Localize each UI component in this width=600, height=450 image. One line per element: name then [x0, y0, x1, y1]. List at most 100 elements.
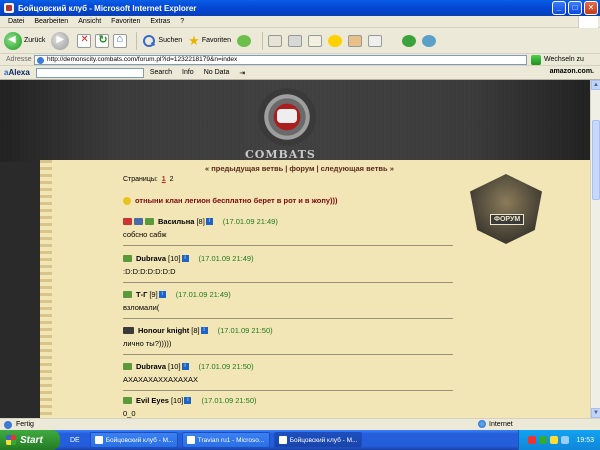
info-icon[interactable]: i — [200, 327, 208, 334]
info-icon[interactable]: i — [181, 363, 189, 370]
combats-logo[interactable] — [240, 88, 335, 148]
messenger-icon[interactable] — [328, 34, 342, 47]
ie-icon — [94, 436, 103, 444]
post-author[interactable]: Evil Eyes — [136, 396, 169, 405]
forum-badge-label: ФОРУМ — [490, 214, 525, 225]
alexa-search-button[interactable]: Search — [150, 69, 172, 76]
tray-network-icon[interactable] — [539, 436, 548, 444]
align-icon — [134, 218, 143, 225]
status-bar: Fertig Internet — [0, 418, 600, 430]
favorites-button[interactable]: ★ Favoriten — [188, 33, 231, 49]
clock[interactable]: 19:53 — [576, 437, 594, 444]
mail-icon[interactable] — [268, 34, 282, 47]
scroll-down-icon[interactable]: ▼ — [591, 408, 600, 418]
page-status-icon — [4, 420, 12, 429]
plugin-icon[interactable] — [422, 34, 436, 47]
post-date: (17.01.09 21:49) — [175, 290, 231, 299]
go-arrow-icon[interactable] — [531, 54, 541, 65]
window-title: Бойцовский клуб - Microsoft Internet Exp… — [18, 3, 197, 13]
pagination: Страницы: 1 2 — [123, 176, 174, 183]
search-button[interactable]: Suchen — [142, 34, 182, 48]
taskbar-item[interactable]: Бойцовский клуб - М... — [89, 432, 178, 448]
post-divider — [123, 318, 453, 319]
forum-link[interactable]: форум — [289, 164, 314, 173]
menu-favorites[interactable]: Favoriten — [111, 18, 140, 25]
language-indicator[interactable]: DE — [70, 437, 80, 444]
address-input[interactable]: http://demonscity.combats.com/forum.pl?i… — [34, 54, 527, 65]
rank-icon — [123, 363, 132, 370]
page-viewport: COMBATS ФОРУМ « предыдущая ветвь | форум | с… — [0, 80, 600, 418]
post-author[interactable]: Dubrava — [136, 254, 166, 263]
history-icon[interactable] — [237, 34, 251, 47]
alexa-menu-icon[interactable]: ⇥ — [239, 69, 245, 77]
toolbar-separator — [262, 31, 263, 50]
post-level: [9] — [149, 290, 158, 299]
post-text: лично ты?))))) — [123, 339, 172, 348]
forum-badge[interactable]: ФОРУМ — [462, 170, 550, 248]
toolbar-separator — [136, 31, 138, 50]
taskbar-item-label: Travian ru1 - Microso... — [197, 436, 265, 444]
tray-volume-icon[interactable] — [550, 436, 559, 444]
post-text: 0_0 — [123, 409, 136, 418]
edit-icon[interactable] — [308, 34, 322, 47]
taskbar: Start DE Бойцовский клуб - М... Travian … — [0, 430, 600, 450]
vertical-scrollbar[interactable]: ▲ ▼ — [590, 80, 600, 418]
home-icon[interactable] — [113, 33, 128, 48]
window-titlebar[interactable]: Бойцовский клуб - Microsoft Internet Exp… — [0, 0, 600, 16]
menu-view[interactable]: Ansicht — [78, 18, 101, 25]
start-button[interactable]: Start — [0, 430, 60, 450]
zone-label: Internet — [489, 420, 513, 428]
post-author[interactable]: Т-Г — [136, 290, 147, 299]
scroll-thumb[interactable] — [592, 120, 600, 200]
post-author[interactable]: Honour knight — [138, 326, 189, 335]
taskbar-item[interactable]: Travian ru1 - Microso... — [181, 432, 270, 448]
info-icon[interactable]: i — [181, 255, 189, 262]
search-icon — [142, 34, 156, 48]
tray-security-icon[interactable] — [561, 436, 570, 444]
back-arrow-icon — [4, 31, 22, 50]
clover-icon[interactable] — [402, 34, 416, 47]
page-link-1[interactable]: 1 — [162, 176, 166, 183]
notes-icon[interactable] — [368, 34, 382, 47]
rank-icon — [123, 291, 132, 298]
tray-app-icon[interactable] — [528, 436, 537, 444]
clan-icon — [123, 218, 132, 225]
info-icon[interactable]: i — [184, 397, 192, 404]
ie-icon — [4, 3, 14, 13]
menu-file[interactable]: Datei — [8, 18, 24, 25]
post-level: [10] — [168, 254, 181, 263]
alexa-search-input[interactable] — [35, 67, 144, 78]
prev-thread-link[interactable]: « предыдущая ветвь — [205, 164, 283, 173]
alexa-logo[interactable]: aAlexa — [4, 68, 30, 77]
ie-icon — [186, 436, 195, 444]
page-link-2[interactable]: 2 — [170, 176, 174, 183]
scroll-up-icon[interactable]: ▲ — [591, 80, 600, 90]
maximize-button[interactable]: □ — [568, 1, 582, 15]
print-icon[interactable] — [288, 34, 302, 47]
minimize-button[interactable]: _ — [552, 1, 566, 15]
taskbar-item-label: Бойцовский клуб - М... — [289, 436, 358, 444]
menu-tools[interactable]: Extras — [150, 18, 170, 25]
menu-help[interactable]: ? — [180, 18, 184, 25]
go-button[interactable]: Wechseln zu — [544, 56, 584, 63]
post-author[interactable]: Васильна — [158, 217, 194, 226]
post-author[interactable]: Dubrava — [136, 362, 166, 371]
taskbar-item-active[interactable]: Бойцовский клуб - М... — [273, 432, 362, 448]
back-label: Zurück — [24, 37, 46, 44]
amazon-link[interactable]: amazon.com. — [550, 68, 594, 75]
search-label: Suchen — [158, 37, 183, 44]
close-button[interactable]: ✕ — [584, 1, 598, 15]
research-icon[interactable] — [348, 34, 362, 47]
forward-button[interactable] — [51, 31, 71, 50]
menu-edit[interactable]: Bearbeiten — [34, 18, 68, 25]
post-date: (17.01.09 21:50) — [217, 326, 273, 335]
alexa-info-button[interactable]: Info — [182, 69, 194, 76]
thread-title: отныни клан легион бесплатно берет в рот… — [123, 196, 338, 206]
back-button[interactable]: Zurück — [4, 31, 46, 50]
refresh-icon[interactable] — [95, 33, 110, 48]
stop-icon[interactable] — [77, 33, 92, 48]
next-thread-link[interactable]: следующая ветвь » — [321, 164, 394, 173]
post-header: Васильна [8] i (17.01.09 21:49) — [123, 217, 453, 226]
info-icon[interactable]: i — [158, 291, 166, 298]
info-icon[interactable]: i — [205, 218, 213, 225]
